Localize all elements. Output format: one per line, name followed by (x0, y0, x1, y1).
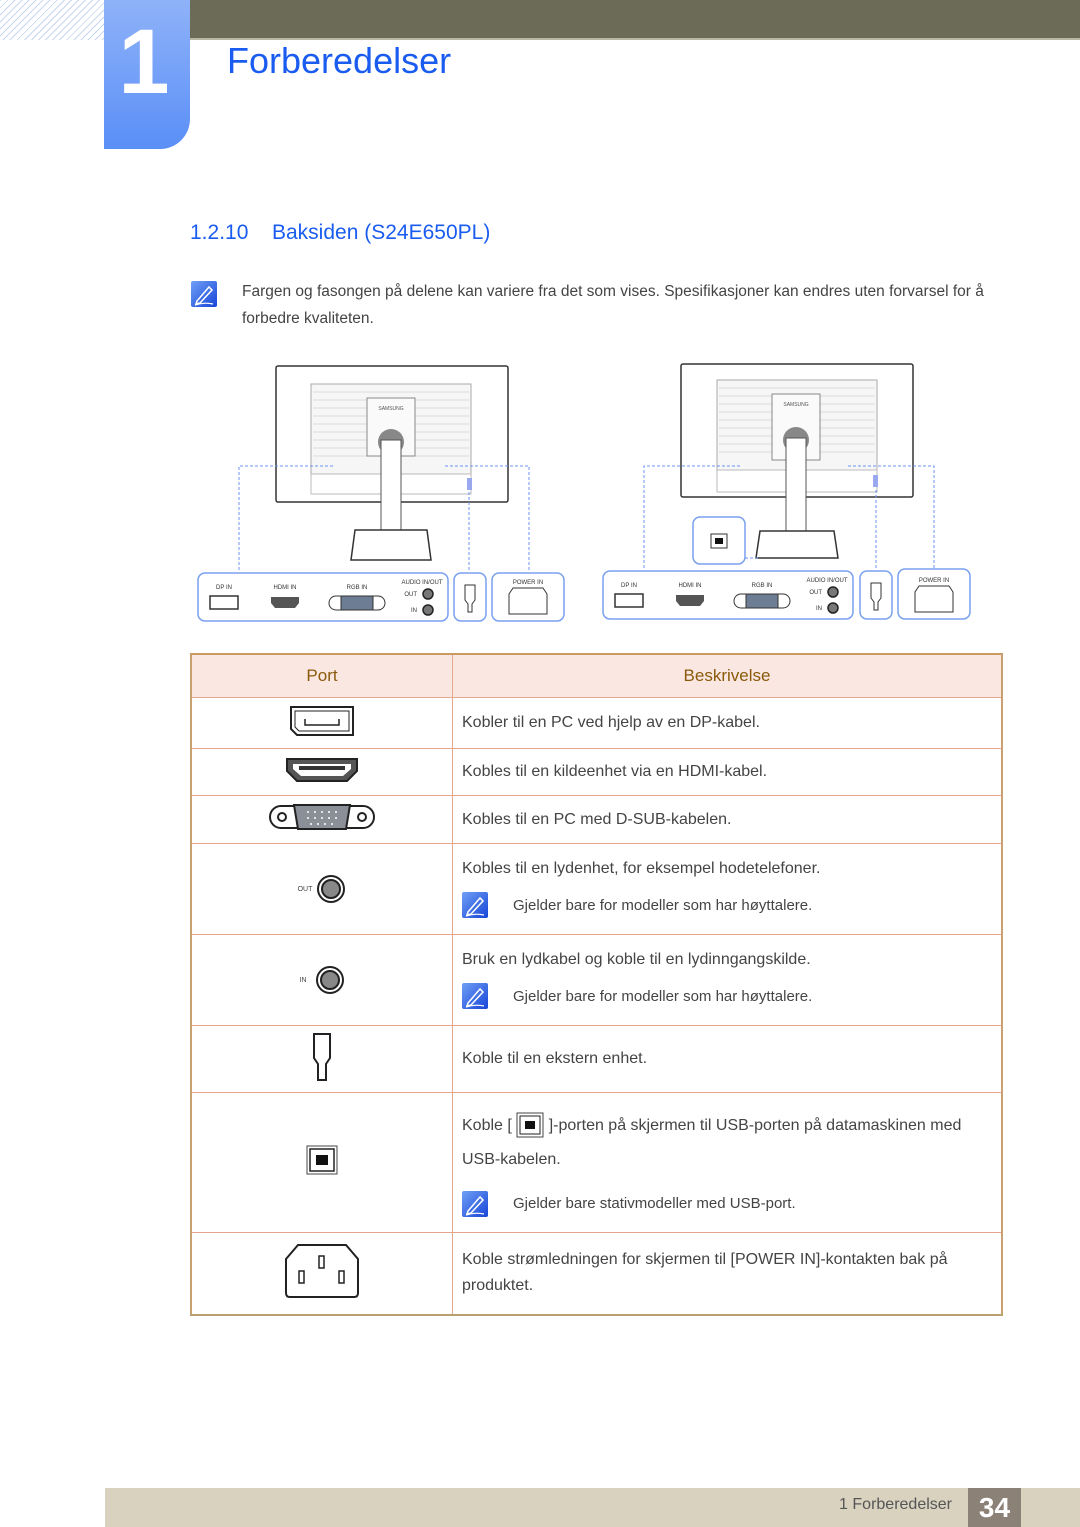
table-row: Koble strømledningen for skjermen til [P… (190, 1232, 1003, 1316)
hdmi-in-label: HDMI IN (679, 583, 702, 589)
column-header-port: Port (190, 653, 453, 698)
intro-note-text: Fargen og fasongen på delene kan variere… (242, 283, 984, 327)
vga-dsub-port-icon (733, 593, 791, 609)
note-pencil-icon (462, 1190, 488, 1217)
kensington-lock-icon (313, 1032, 331, 1081)
rgb-in-label: RGB IN (347, 585, 368, 591)
hdmi-port-icon (271, 597, 299, 608)
power-in-label: POWER IN (513, 580, 543, 586)
dp-in-label: DP IN (216, 585, 232, 591)
power-in-socket-icon (285, 1243, 359, 1298)
footer-chapter-label: 1 Forberedelser (839, 1496, 952, 1513)
audio-out-jack-icon (422, 588, 434, 600)
table-row: IN Bruk en lydkabel og koble til en lydi… (190, 934, 1003, 1026)
table-row: Koble til en ekstern enhet. (190, 1025, 1003, 1093)
decorative-hatch (0, 0, 104, 40)
port-table: Port Beskrivelse Kobler til en PC ved hj… (190, 653, 1003, 1316)
audio-in-out-label: AUDIO IN/OUT (401, 580, 442, 586)
rear-view-figure-right: SAMSUNG DP IN HDMI IN RGB IN AUDIO IN/OU… (602, 363, 971, 620)
note-text: Gjelder bare stativmodeller med USB-port… (513, 1195, 796, 1212)
displayport-icon (614, 593, 644, 608)
hdmi-in-label: HDMI IN (274, 585, 297, 591)
brand-label: SAMSUNG (378, 406, 403, 412)
chapter-title: Forberedelser (227, 40, 452, 81)
chapter-tab: 1 (104, 0, 190, 149)
section-heading: Baksiden (S24E650PL) (272, 221, 491, 244)
audio-in-out-label: AUDIO IN/OUT (806, 578, 847, 584)
audio-in-jack-icon (422, 604, 434, 616)
in-label: IN (299, 976, 307, 984)
audio-out-jack-icon (827, 586, 839, 598)
power-in-socket-icon (914, 585, 954, 613)
rgb-in-label: RGB IN (752, 583, 773, 589)
section-number: 1.2.10 (190, 221, 249, 244)
usb-b-port-icon (306, 1145, 338, 1175)
in-label: IN (816, 606, 822, 612)
description: Koble [ ]-porten på skjermen til USB-por… (462, 1109, 1000, 1177)
note-pencil-icon (191, 281, 217, 307)
note-pencil-icon (462, 892, 488, 918)
column-header-description: Beskrivelse (452, 653, 1003, 698)
table-row: Koble [ ]-porten på skjermen til USB-por… (190, 1092, 1003, 1233)
table-row: Kobles til en PC med D-SUB-kabelen. (190, 795, 1003, 844)
table-row: Kobles til en kildeenhet via en HDMI-kab… (190, 748, 1003, 796)
displayport-icon (290, 705, 354, 736)
in-label: IN (411, 608, 417, 614)
hdmi-port-icon (676, 595, 704, 606)
note-text: Gjelder bare for modeller som har høytta… (513, 896, 813, 914)
section-title: 1.2.10 Baksiden (S24E650PL) (190, 221, 490, 245)
header-bar (190, 0, 1080, 40)
hdmi-port-icon (286, 757, 358, 782)
power-in-label: POWER IN (919, 578, 949, 584)
audio-in-jack-icon (315, 966, 344, 994)
description: Koble strømledningen for skjermen til [P… (452, 1232, 1003, 1316)
description: Koble til en ekstern enhet. (452, 1025, 1003, 1093)
out-label: OUT (297, 885, 313, 893)
page-number: 34 (968, 1488, 1021, 1527)
description: Bruk en lydkabel og koble til en lydinng… (462, 951, 811, 968)
out-label: OUT (809, 590, 822, 596)
description: Kobler til en PC ved hjelp av en DP-kabe… (452, 697, 1003, 749)
description-part: Koble [ (462, 1116, 512, 1134)
audio-in-jack-icon (827, 602, 839, 614)
vga-dsub-port-icon (328, 595, 386, 611)
power-in-socket-icon (508, 587, 548, 615)
rear-view-figure-left: SAMSUNG DP IN HDMI IN RGB IN AUDIO IN/OU… (197, 365, 565, 622)
out-label: OUT (404, 592, 417, 598)
vga-dsub-port-icon (269, 804, 375, 830)
note-text: Gjelder bare for modeller som har høytta… (513, 987, 813, 1005)
table-row: Kobler til en PC ved hjelp av en DP-kabe… (190, 697, 1003, 749)
description: Kobles til en PC med D-SUB-kabelen. (452, 795, 1003, 844)
description: Kobles til en kildeenhet via en HDMI-kab… (452, 748, 1003, 796)
table-row: OUT Kobles til en lydenhet, for eksempel… (190, 843, 1003, 935)
audio-out-jack-icon (317, 875, 346, 903)
brand-label: SAMSUNG (783, 402, 808, 408)
dp-in-label: DP IN (621, 583, 637, 589)
usb-b-port-icon (710, 533, 728, 549)
displayport-icon (209, 595, 239, 610)
note-pencil-icon (462, 983, 488, 1009)
description: Kobles til en lydenhet, for eksempel hod… (462, 860, 821, 877)
usb-b-port-icon (516, 1112, 544, 1138)
chapter-number: 1 (118, 11, 170, 113)
